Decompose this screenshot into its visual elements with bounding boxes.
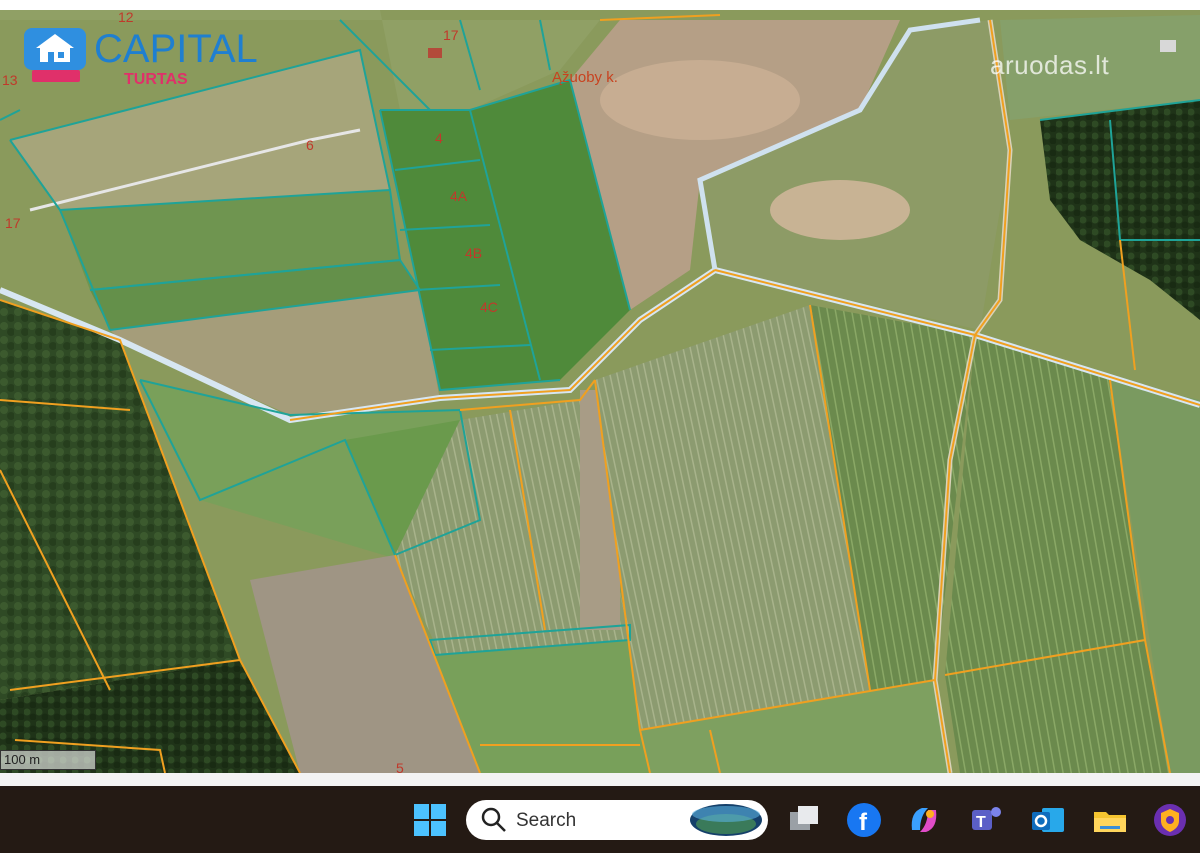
- capital-turtas-logo: CAPITAL TURTAS: [24, 24, 284, 94]
- svg-text:CAPITAL: CAPITAL: [94, 27, 258, 71]
- plot-label-17-top: 17: [443, 27, 459, 43]
- aruodas-watermark: aruodas.lt: [990, 50, 1110, 80]
- building: [428, 48, 442, 58]
- task-view-icon[interactable]: [786, 802, 822, 838]
- map-view[interactable]: Ąžuoby k. 4 4A 4B 4C 6 17 17 12 13 5: [0, 10, 1200, 773]
- svg-text:TURTAS: TURTAS: [124, 71, 188, 88]
- copilot-icon[interactable]: [906, 802, 942, 838]
- outlook-icon[interactable]: [1030, 802, 1066, 838]
- plot-label-5: 5: [396, 760, 404, 773]
- village-label: Ąžuoby k.: [552, 69, 618, 86]
- svg-text:f: f: [859, 809, 868, 836]
- plot-label-4: 4: [435, 130, 443, 146]
- teams-icon[interactable]: T: [968, 802, 1004, 838]
- plot-label-4a: 4A: [450, 188, 468, 204]
- building: [1160, 40, 1176, 52]
- svg-text:T: T: [976, 814, 986, 831]
- plot-label-12: 12: [118, 10, 134, 25]
- file-explorer-icon[interactable]: [1092, 802, 1128, 838]
- soil-patch: [770, 180, 910, 240]
- windows-start-icon[interactable]: [412, 802, 448, 838]
- logo-house-icon: CAPITAL TURTAS: [24, 27, 258, 88]
- taskbar-search-box[interactable]: Search: [466, 800, 768, 840]
- search-highlight-icon: [690, 804, 762, 836]
- search-label: Search: [516, 810, 577, 831]
- search-icon: [481, 807, 506, 832]
- windows-taskbar: Search f T: [0, 786, 1200, 853]
- plot-label-6: 6: [306, 137, 314, 153]
- facebook-icon[interactable]: f: [846, 802, 882, 838]
- vpn-shield-icon[interactable]: [1152, 802, 1188, 838]
- plot-label-13: 13: [2, 72, 18, 88]
- map-canvas: Ąžuoby k. 4 4A 4B 4C 6 17 17 12 13 5: [0, 10, 1200, 773]
- soil-patch-2: [600, 60, 800, 140]
- scale-bar: 100 m: [0, 750, 96, 770]
- plot-label-4b: 4B: [465, 245, 482, 261]
- screen-divider: [0, 773, 1200, 786]
- plot-label-4c: 4C: [480, 299, 498, 315]
- plot-label-17-left: 17: [5, 215, 21, 231]
